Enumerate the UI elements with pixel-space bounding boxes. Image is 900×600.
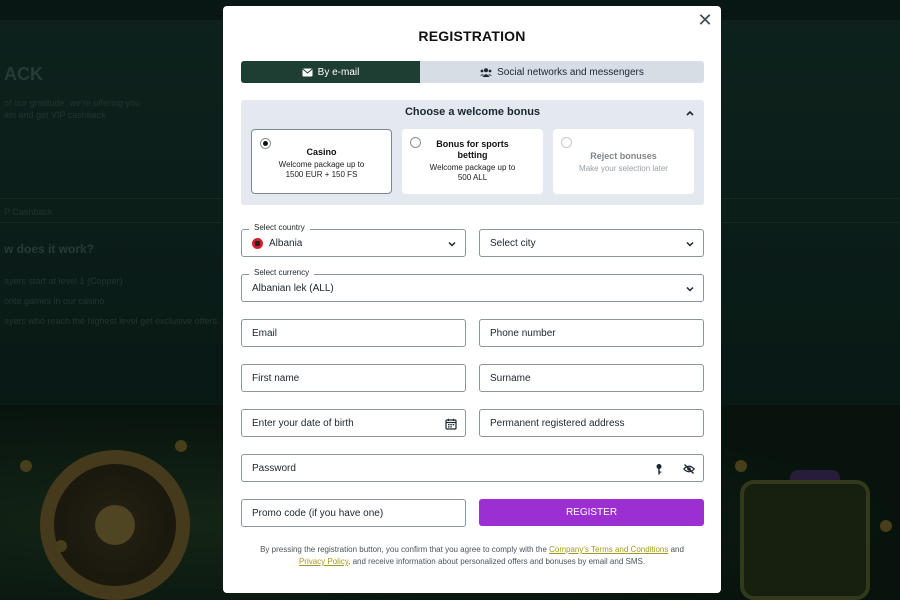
- legal-text: , and receive information about personal…: [348, 557, 646, 566]
- registration-modal: ✕ REGISTRATION By e-mail Social networks…: [223, 6, 721, 593]
- registration-tabs: By e-mail Social networks and messengers: [241, 61, 704, 83]
- chevron-down-icon: [448, 241, 456, 247]
- terms-link[interactable]: Company's Terms and Conditions: [549, 545, 668, 554]
- first-name-input[interactable]: [252, 365, 465, 391]
- country-value: Albania: [269, 237, 303, 249]
- key-icon[interactable]: [653, 463, 665, 475]
- legal-text: By pressing the registration button, you…: [260, 545, 550, 554]
- phone-input[interactable]: [490, 320, 703, 346]
- bonus-option-title: Reject bonuses: [590, 151, 657, 161]
- bonus-option-description: Make your selection later: [579, 164, 668, 173]
- albania-flag-icon: [252, 237, 263, 249]
- legal-notice: By pressing the registration button, you…: [248, 544, 696, 568]
- promo-code-input[interactable]: [252, 500, 465, 526]
- date-of-birth-field[interactable]: [241, 409, 466, 437]
- radio-button[interactable]: [260, 138, 271, 149]
- address-field[interactable]: [479, 409, 704, 437]
- tab-social-networks[interactable]: Social networks and messengers: [420, 61, 704, 83]
- tab-label: By e-mail: [317, 66, 360, 78]
- welcome-bonus-heading: Choose a welcome bonus: [404, 106, 541, 118]
- city-placeholder: Select city: [490, 237, 536, 249]
- surname-input[interactable]: [490, 365, 703, 391]
- bonus-option-sports[interactable]: Bonus for sports betting Welcome package…: [402, 129, 543, 194]
- phone-field[interactable]: [479, 319, 704, 347]
- tab-label: Social networks and messengers: [497, 66, 644, 78]
- chevron-up-icon[interactable]: [684, 107, 696, 119]
- bonus-option-casino[interactable]: Casino Welcome package up to 1500 EUR + …: [251, 129, 392, 194]
- currency-value: Albanian lek (ALL): [252, 282, 334, 294]
- country-select[interactable]: Select country Albania: [241, 223, 466, 257]
- email-input[interactable]: [252, 320, 465, 346]
- chevron-down-icon: [686, 241, 694, 247]
- bonus-option-title: Casino: [306, 147, 337, 157]
- surname-field[interactable]: [479, 364, 704, 392]
- city-select[interactable]: Select city: [479, 229, 704, 257]
- users-icon: [480, 67, 493, 77]
- password-field[interactable]: [241, 454, 704, 482]
- privacy-policy-link[interactable]: Privacy Policy: [299, 557, 348, 566]
- bonus-option-description: Welcome package up to 1500 EUR + 150 FS: [278, 160, 365, 179]
- first-name-field[interactable]: [241, 364, 466, 392]
- date-of-birth-input[interactable]: [252, 410, 465, 436]
- password-input[interactable]: [252, 455, 703, 481]
- address-input[interactable]: [490, 410, 703, 436]
- calendar-icon[interactable]: [445, 418, 457, 430]
- bonus-option-description: Welcome package up to 500 ALL: [429, 163, 516, 182]
- envelope-icon: [302, 68, 313, 76]
- currency-label: Select currency: [249, 268, 315, 277]
- bonus-option-reject[interactable]: Reject bonuses Make your selection later: [553, 129, 694, 194]
- register-button[interactable]: REGISTER: [479, 499, 704, 526]
- currency-select[interactable]: Select currency Albanian lek (ALL): [241, 268, 704, 302]
- radio-button[interactable]: [561, 137, 572, 148]
- close-icon[interactable]: ✕: [695, 10, 715, 30]
- radio-button[interactable]: [410, 137, 421, 148]
- legal-text: and: [668, 545, 684, 554]
- eye-slash-icon[interactable]: [683, 463, 695, 475]
- promo-code-field[interactable]: [241, 499, 466, 527]
- welcome-bonus-panel: Choose a welcome bonus Casino Welcome pa…: [241, 100, 704, 205]
- modal-title: REGISTRATION: [418, 28, 526, 44]
- email-field[interactable]: [241, 319, 466, 347]
- country-label: Select country: [249, 223, 310, 232]
- chevron-down-icon: [686, 286, 694, 292]
- bonus-option-title: Bonus for sports betting: [436, 139, 509, 160]
- tab-by-email[interactable]: By e-mail: [241, 61, 420, 83]
